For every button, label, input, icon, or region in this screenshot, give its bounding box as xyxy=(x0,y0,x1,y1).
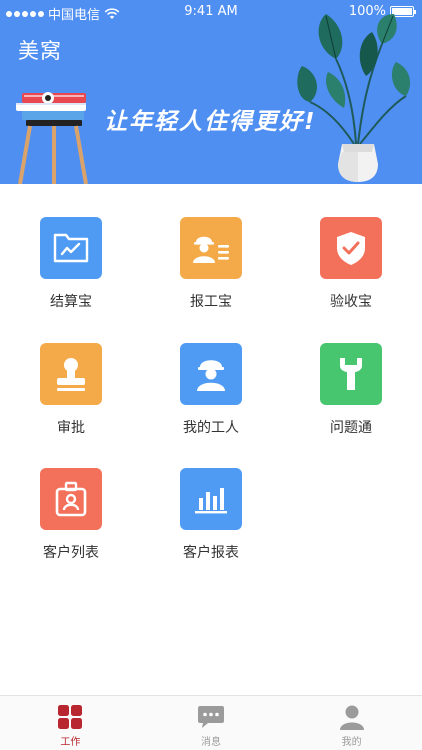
menu-item-my-workers[interactable]: 我的工人 xyxy=(141,343,281,443)
menu-item-label: 报工宝 xyxy=(190,294,232,310)
chart-folder-icon xyxy=(40,217,102,279)
menu-item-settlement[interactable]: 结算宝 xyxy=(1,217,141,317)
menu-item-inspection[interactable]: 验收宝 xyxy=(281,217,421,317)
shield-check-icon xyxy=(320,217,382,279)
person-icon xyxy=(339,705,364,730)
client-badge-icon xyxy=(40,468,102,530)
menu-item-label: 验收宝 xyxy=(330,294,372,310)
tab-mine-label: 我的 xyxy=(341,737,362,748)
menu-item-label: 我的工人 xyxy=(183,420,239,436)
stamp-icon xyxy=(40,343,102,405)
wrench-icon xyxy=(320,343,382,405)
menu-item-customer-report[interactable]: 客户报表 xyxy=(141,468,281,568)
app-title: 美窝 xyxy=(18,39,62,63)
tab-work-label: 工作 xyxy=(60,737,81,748)
bottom-tab-bar: 工作 消息 我的 xyxy=(0,695,422,750)
tab-mine[interactable]: 我的 xyxy=(281,696,422,750)
tab-work[interactable]: 工作 xyxy=(0,696,141,750)
menu-item-customer-list[interactable]: 客户列表 xyxy=(1,468,141,568)
menu-item-label: 问题通 xyxy=(330,420,372,436)
grid-icon xyxy=(58,705,83,729)
books-illustration xyxy=(16,92,88,184)
chat-bubble-icon xyxy=(198,706,224,728)
menu-item-label: 客户列表 xyxy=(43,545,99,561)
header-banner: 中国电信 9:41 AM 100% 美窝 让年轻人住得更好! xyxy=(0,0,422,184)
menu-item-work-report[interactable]: 报工宝 xyxy=(141,217,281,317)
tab-messages[interactable]: 消息 xyxy=(141,696,282,750)
slogan: 让年轻人住得更好! xyxy=(104,109,317,135)
function-grid: 结算宝 报工宝 验收宝 审批 我的工人 问题通 客户列表 客户报表 xyxy=(0,184,422,696)
menu-item-label: 结算宝 xyxy=(50,294,92,310)
menu-item-issues[interactable]: 问题通 xyxy=(281,343,421,443)
bar-chart-icon xyxy=(180,468,242,530)
worker-icon xyxy=(180,343,242,405)
worker-list-icon xyxy=(180,217,242,279)
menu-item-label: 客户报表 xyxy=(183,545,239,561)
menu-item-approval[interactable]: 审批 xyxy=(1,343,141,443)
tab-messages-label: 消息 xyxy=(201,737,221,748)
plant-illustration xyxy=(297,14,411,182)
menu-item-label: 审批 xyxy=(57,420,85,436)
